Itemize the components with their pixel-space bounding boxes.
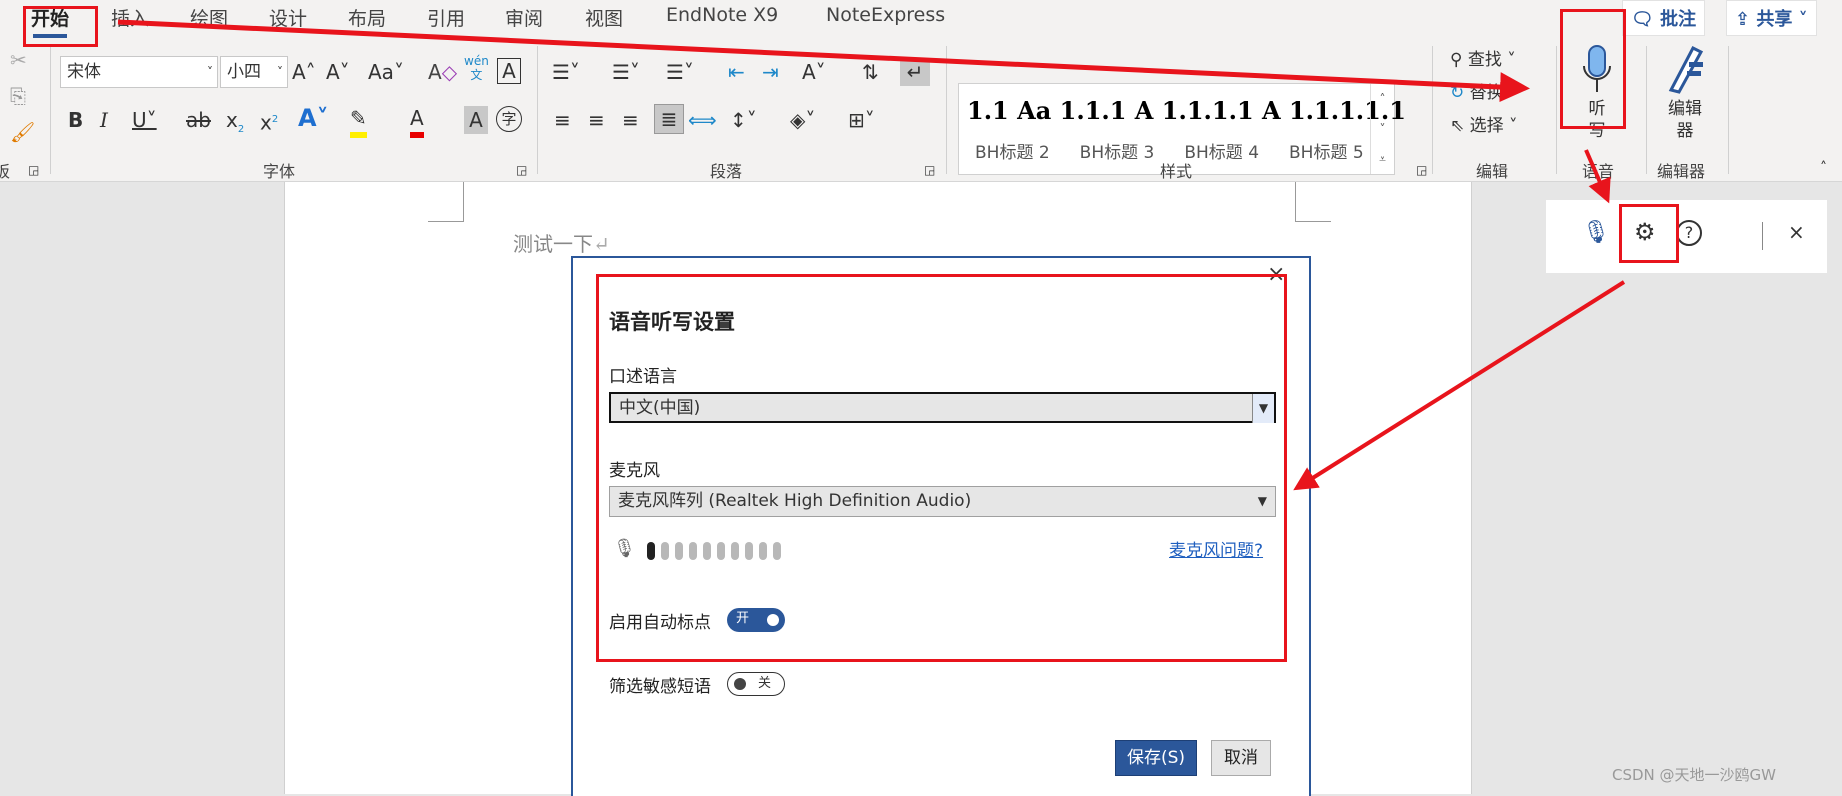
annotation-arrows [117, 19, 1626, 491]
annotation-arrow [1584, 149, 1611, 204]
annotation-arrow [117, 19, 1530, 103]
watermark: CSDN @天地一沙鸥GW [1612, 766, 1776, 784]
annotation-arrow [1293, 280, 1626, 491]
